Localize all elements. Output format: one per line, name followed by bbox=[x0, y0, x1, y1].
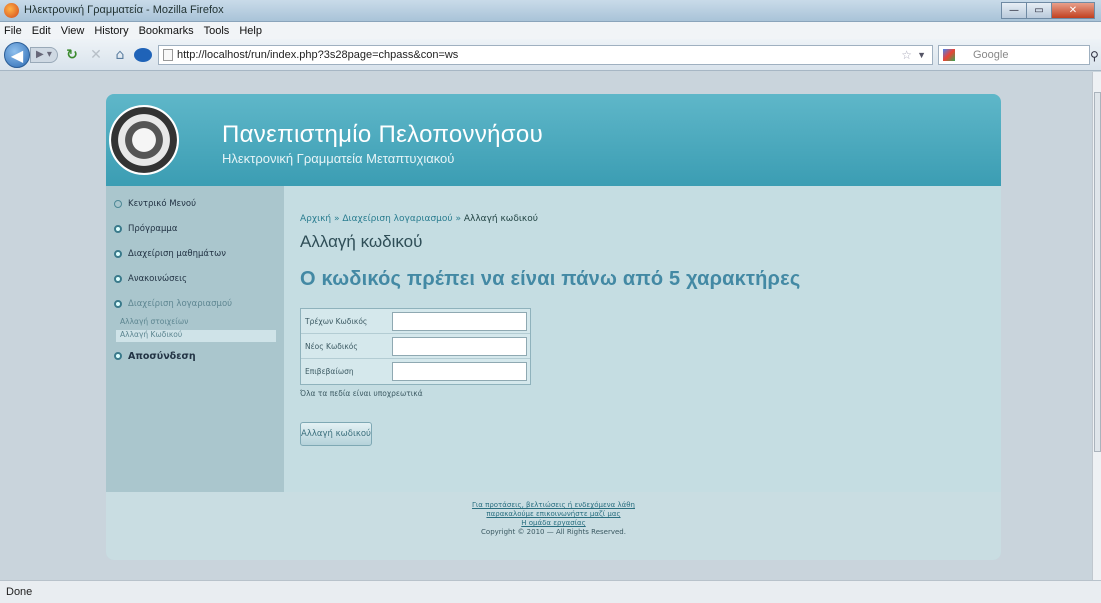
reload-icon[interactable]: ↻ bbox=[64, 47, 80, 63]
new-password-field[interactable] bbox=[392, 337, 527, 356]
url-text: http://localhost/run/index.php?3s28page=… bbox=[177, 49, 459, 61]
bookmark-star-icon[interactable]: ☆ bbox=[901, 46, 912, 64]
forward-button[interactable]: ▶ ▾ bbox=[30, 47, 58, 63]
sidebar-item-account[interactable]: Διαχείριση λογαριασμού bbox=[114, 294, 232, 314]
home-icon[interactable]: ⌂ bbox=[112, 47, 128, 63]
site-container: Πανεπιστημίο Πελοποννήσου Ηλεκτρονική Γρ… bbox=[106, 94, 1001, 560]
sidebar: Κεντρικό Μενού Πρόγραμμα Διαχείριση μαθη… bbox=[106, 186, 284, 492]
menu-bar: File Edit View History Bookmarks Tools H… bbox=[0, 22, 1101, 39]
confirm-password-label: Επιβεβαίωση bbox=[305, 367, 354, 376]
status-text: Done bbox=[6, 586, 33, 598]
navigation-toolbar: ◀ ▶ ▾ ↻ ✕ ⌂ http://localhost/run/index.p… bbox=[0, 39, 1101, 71]
menu-view[interactable]: View bbox=[61, 25, 85, 37]
site-footer: Για προτάσεις, βελτιώσεις ή ενδεχόμενα λ… bbox=[106, 492, 1001, 560]
sidebar-item-logout[interactable]: Αποσύνδεση bbox=[114, 346, 196, 366]
sidebar-subitem-change-info[interactable]: Αλλαγή στοιχείων bbox=[120, 317, 188, 329]
globe-icon bbox=[134, 48, 152, 62]
footer-link-contact[interactable]: παρακαλούμε επικοινωνήστε μαζί μας bbox=[486, 510, 620, 518]
window-title: Ηλεκτρονική Γραμματεία - Mozilla Firefox bbox=[24, 4, 224, 16]
sidebar-item-label: Κεντρικό Μενού bbox=[128, 199, 197, 209]
new-password-label: Νέος Κωδικός bbox=[305, 342, 358, 351]
current-password-label: Τρέχων Κωδικός bbox=[305, 317, 368, 326]
menu-tools[interactable]: Tools bbox=[204, 25, 230, 37]
google-icon[interactable] bbox=[943, 49, 955, 61]
breadcrumb: Αρχική » Διαχείριση λογαριασμού » Αλλαγή… bbox=[300, 214, 538, 224]
breadcrumb-separator: » bbox=[334, 214, 340, 224]
footer-copyright: Copyright © 2010 — All Rights Reserved. bbox=[481, 528, 626, 536]
main-content: Αρχική » Διαχείριση λογαριασμού » Αλλαγή… bbox=[284, 186, 1001, 492]
url-dropdown-icon[interactable]: ▼ bbox=[917, 46, 926, 64]
sidebar-item-label: Αποσύνδεση bbox=[128, 350, 196, 362]
change-password-form: Τρέχων Κωδικός Νέος Κωδικός Επιβεβαίωση bbox=[300, 308, 531, 385]
stop-icon[interactable]: ✕ bbox=[88, 47, 104, 63]
search-placeholder: Google bbox=[973, 49, 1009, 61]
required-note: Όλα τα πεδία είναι υποχρεωτικά bbox=[300, 389, 423, 398]
footer-link-team[interactable]: Η ομάδα εργασίας bbox=[521, 519, 585, 527]
university-logo bbox=[109, 105, 179, 175]
breadcrumb-home[interactable]: Αρχική bbox=[300, 214, 331, 224]
form-row-confirm-password: Επιβεβαίωση bbox=[301, 359, 530, 384]
footer-line-1: Για προτάσεις, βελτιώσεις ή ενδεχόμενα λ… bbox=[106, 492, 1001, 510]
current-password-field[interactable] bbox=[392, 312, 527, 331]
footer-line-3: Η ομάδα εργασίας bbox=[106, 519, 1001, 528]
bullet-icon bbox=[114, 352, 122, 360]
status-bar: Done bbox=[0, 580, 1101, 603]
vertical-scrollbar[interactable] bbox=[1092, 72, 1101, 580]
bullet-icon bbox=[114, 200, 122, 208]
search-icon[interactable]: ⚲ bbox=[1090, 49, 1099, 63]
form-row-new-password: Νέος Κωδικός bbox=[301, 334, 530, 359]
window-titlebar: Ηλεκτρονική Γραμματεία - Mozilla Firefox… bbox=[0, 0, 1101, 22]
sidebar-item-label: Ανακοινώσεις bbox=[128, 274, 187, 284]
site-title: Πανεπιστημίο Πελοποννήσου bbox=[222, 121, 543, 148]
firefox-icon bbox=[4, 3, 19, 18]
menu-edit[interactable]: Edit bbox=[32, 25, 51, 37]
bullet-icon bbox=[114, 225, 122, 233]
menu-bookmarks[interactable]: Bookmarks bbox=[139, 25, 194, 37]
sidebar-item-main-menu[interactable]: Κεντρικό Μενού bbox=[114, 194, 196, 214]
bullet-icon bbox=[114, 300, 122, 308]
page-icon bbox=[163, 49, 173, 61]
page-viewport: Πανεπιστημίο Πελοποννήσου Ηλεκτρονική Γρ… bbox=[0, 72, 1092, 580]
page-title: Αλλαγή κωδικού bbox=[300, 232, 423, 251]
breadcrumb-current: Αλλαγή κωδικού bbox=[463, 214, 538, 224]
footer-line-2: παρακαλούμε επικοινωνήστε μαζί μας bbox=[106, 510, 1001, 519]
sidebar-item-announcements[interactable]: Ανακοινώσεις bbox=[114, 269, 187, 289]
sidebar-item-program[interactable]: Πρόγραμμα bbox=[114, 219, 177, 239]
menu-history[interactable]: History bbox=[94, 25, 128, 37]
error-message: Ο κωδικός πρέπει να είναι πάνω από 5 χαρ… bbox=[300, 268, 801, 290]
sidebar-subitem-change-password[interactable]: Αλλαγή Κωδικού bbox=[116, 330, 276, 342]
menu-help[interactable]: Help bbox=[239, 25, 262, 37]
sidebar-item-label: Διαχείριση λογαριασμού bbox=[128, 299, 233, 309]
window-controls: — ▭ ✕ bbox=[1001, 2, 1095, 19]
close-button[interactable]: ✕ bbox=[1051, 2, 1095, 19]
site-header: Πανεπιστημίο Πελοποννήσου Ηλεκτρονική Γρ… bbox=[106, 94, 1001, 186]
confirm-password-field[interactable] bbox=[392, 362, 527, 381]
sidebar-item-courses[interactable]: Διαχείριση μαθημάτων bbox=[114, 244, 226, 264]
sidebar-item-label: Πρόγραμμα bbox=[128, 224, 178, 234]
site-subtitle: Ηλεκτρονική Γραμματεία Μεταπτυχιακού bbox=[222, 151, 455, 166]
breadcrumb-section[interactable]: Διαχείριση λογαριασμού bbox=[342, 214, 452, 224]
address-bar[interactable]: http://localhost/run/index.php?3s28page=… bbox=[158, 45, 933, 65]
sidebar-item-label: Διαχείριση μαθημάτων bbox=[128, 249, 227, 259]
form-row-current-password: Τρέχων Κωδικός bbox=[301, 309, 530, 334]
breadcrumb-separator: » bbox=[455, 214, 461, 224]
back-button[interactable]: ◀ bbox=[4, 42, 30, 68]
bullet-icon bbox=[114, 275, 122, 283]
search-bar[interactable]: Google bbox=[938, 45, 1090, 65]
maximize-button[interactable]: ▭ bbox=[1026, 2, 1052, 19]
footer-link-suggestions[interactable]: Για προτάσεις, βελτιώσεις ή ενδεχόμενα λ… bbox=[472, 501, 635, 509]
scrollbar-thumb[interactable] bbox=[1094, 92, 1101, 452]
bullet-icon bbox=[114, 250, 122, 258]
menu-file[interactable]: File bbox=[4, 25, 22, 37]
change-password-button[interactable]: Αλλαγή κωδικού bbox=[300, 422, 372, 446]
minimize-button[interactable]: — bbox=[1001, 2, 1027, 19]
